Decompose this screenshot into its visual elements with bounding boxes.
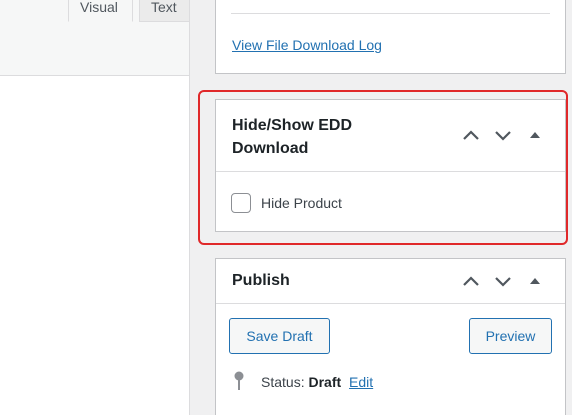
move-down-button[interactable] [487, 125, 519, 145]
box-controls [455, 271, 551, 291]
move-down-button[interactable] [487, 271, 519, 291]
move-up-button[interactable] [455, 271, 487, 291]
toggle-panel-button[interactable] [519, 271, 551, 291]
box-title: Publish [232, 272, 290, 289]
chevron-up-icon [463, 129, 479, 140]
status-prefix: Status: [261, 374, 305, 390]
post-status: Status: Draft Edit [261, 374, 373, 390]
header-separator [216, 171, 565, 172]
chevron-down-icon [495, 276, 511, 287]
triangle-up-icon [530, 132, 540, 138]
hide-product-label[interactable]: Hide Product [261, 195, 342, 211]
chevron-up-icon [463, 275, 479, 286]
triangle-up-icon [530, 278, 540, 284]
save-draft-button[interactable]: Save Draft [229, 318, 330, 354]
view-file-download-log-link[interactable]: View File Download Log [232, 37, 382, 53]
editor-toolbar: Visual Text [0, 0, 190, 76]
editor-content[interactable] [0, 76, 190, 415]
box-title: Hide/Show EDD Download [232, 117, 353, 157]
pin-icon [234, 371, 244, 390]
edit-status-link[interactable]: Edit [349, 374, 373, 390]
divider [231, 13, 550, 14]
download-files-box: View File Download Log [215, 0, 566, 74]
toggle-panel-button[interactable] [519, 125, 551, 145]
hide-product-checkbox[interactable] [231, 193, 251, 213]
tab-text[interactable]: Text [139, 0, 190, 22]
preview-button[interactable]: Preview [469, 318, 552, 354]
publish-box: Publish Save Draft Preview Status: Draft… [215, 258, 566, 415]
hide-show-edd-download-box: Hide/Show EDD Download Hide Product [215, 99, 566, 232]
header-separator [216, 303, 565, 304]
chevron-down-icon [495, 130, 511, 141]
status-value: Draft [308, 374, 342, 390]
move-up-button[interactable] [455, 125, 487, 145]
editor-area: Visual Text [0, 0, 190, 415]
tab-visual[interactable]: Visual [68, 0, 133, 22]
box-controls [455, 125, 551, 145]
